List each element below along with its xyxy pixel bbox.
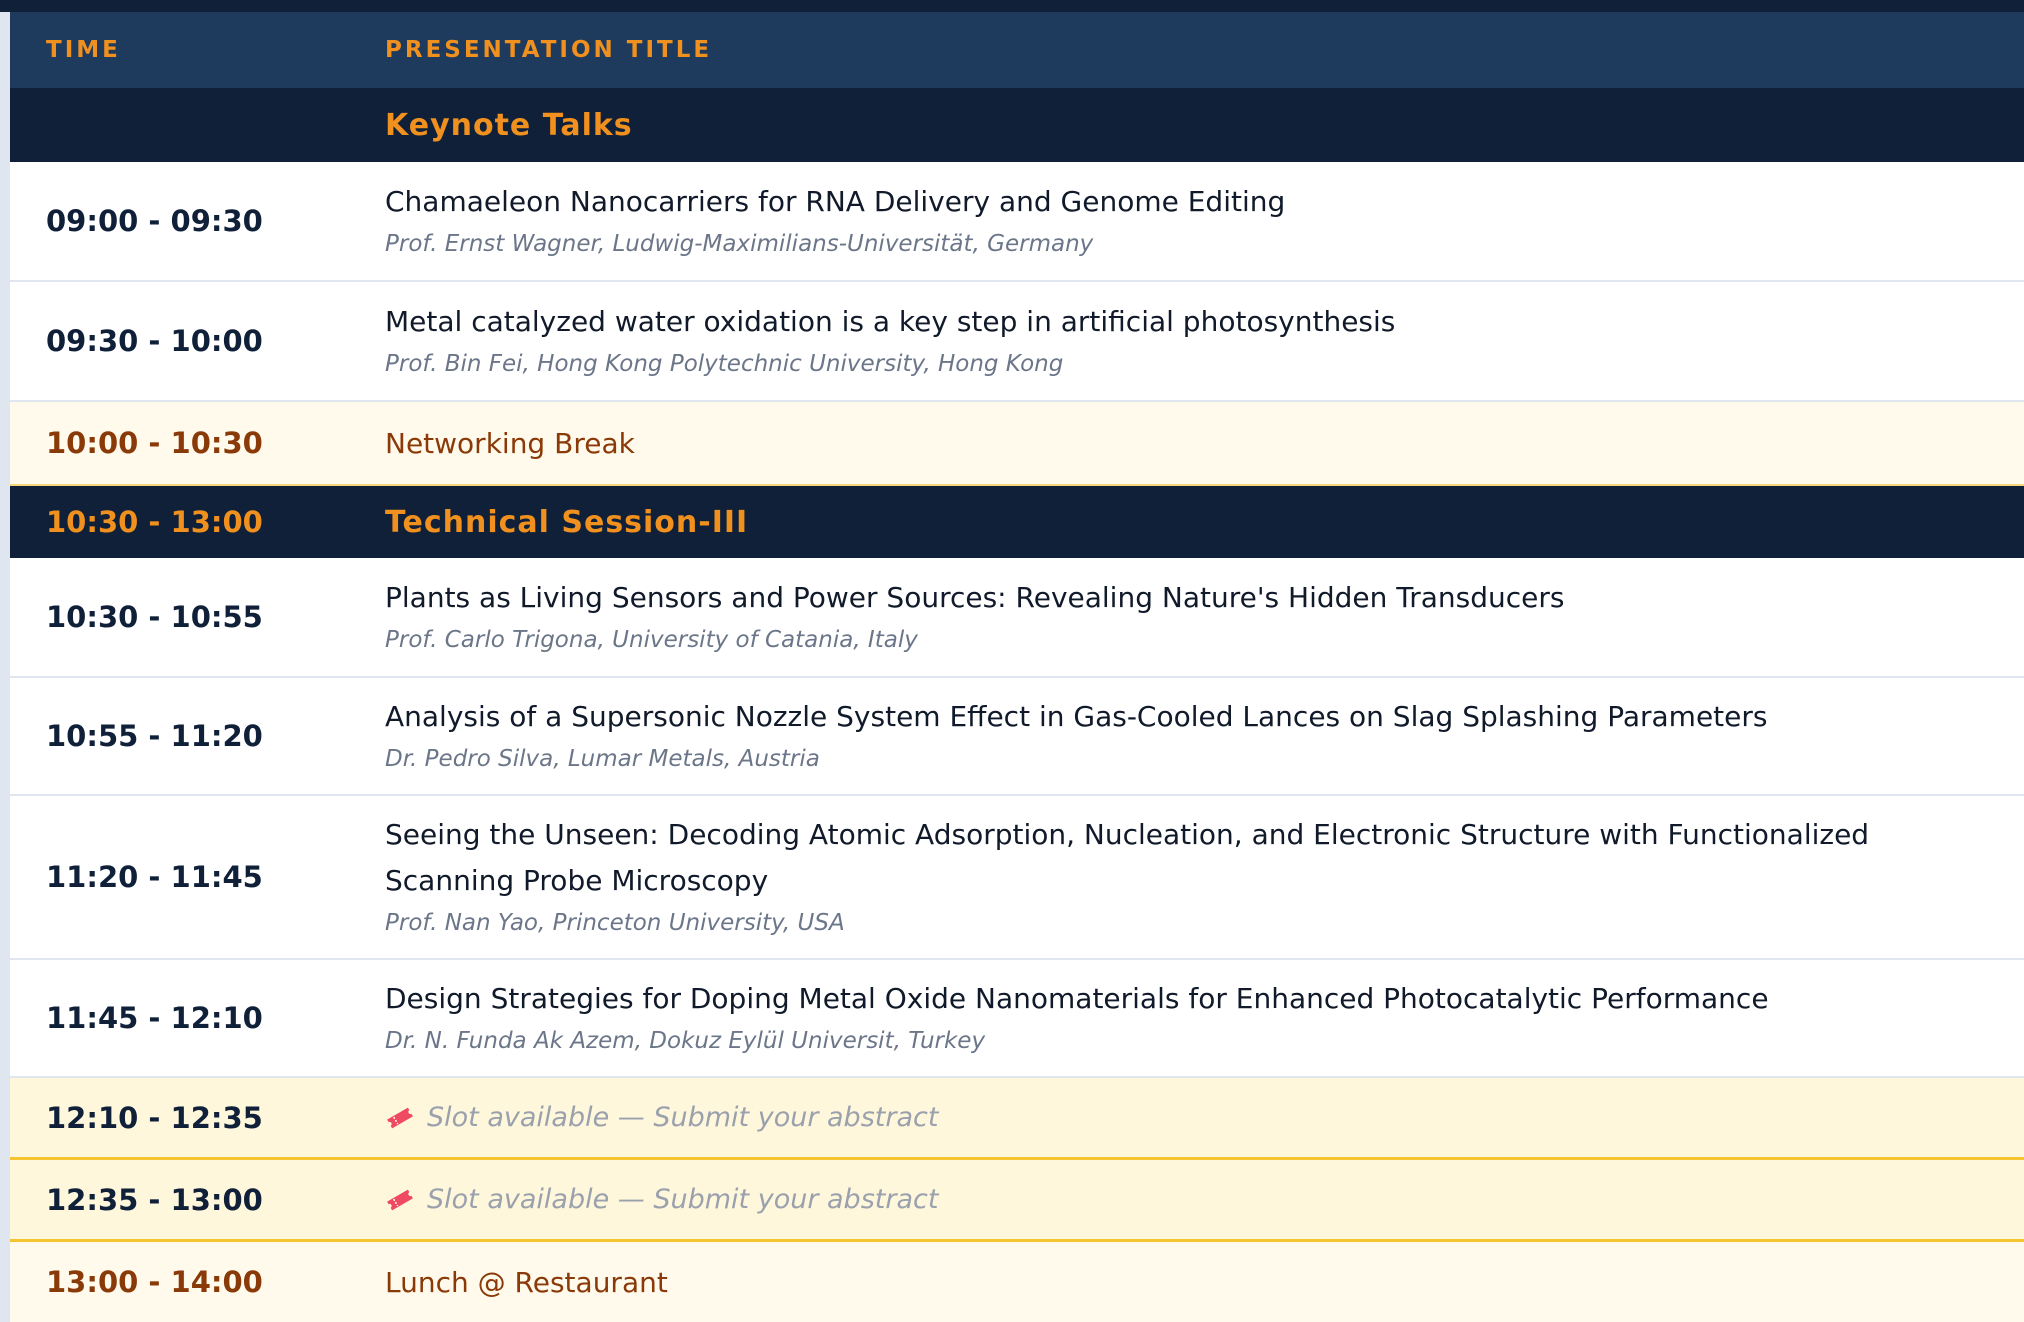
break-title: Networking Break [385, 426, 635, 460]
slot-time: 12:10 - 12:35 [46, 1100, 263, 1135]
talk-cell: Plants as Living Sensors and Power Sourc… [385, 558, 1984, 676]
slot-row[interactable]: 12:35 - 13:00 Slot available — Submit yo… [10, 1160, 2024, 1242]
table-row: 11:20 - 11:45 Seeing the Unseen: Decodin… [10, 796, 2024, 960]
break-time: 10:00 - 10:30 [46, 426, 263, 460]
talk-speaker: Prof. Carlo Trigona, University of Catan… [385, 627, 918, 653]
talk-speaker: Dr. Pedro Silva, Lumar Metals, Austria [385, 746, 820, 772]
slot-cell[interactable]: Slot available — Submit your abstract [385, 1160, 1984, 1239]
table-row: 09:30 - 10:00 Metal catalyzed water oxid… [10, 282, 2024, 402]
break-row: 13:00 - 14:00 Lunch @ Restaurant [10, 1242, 2024, 1322]
section-title: Keynote Talks [385, 107, 633, 143]
talk-speaker: Prof. Nan Yao, Princeton University, USA [385, 910, 845, 936]
table-row: 10:55 - 11:20 Analysis of a Supersonic N… [10, 678, 2024, 796]
left-edge [0, 12, 10, 1322]
talk-time: 10:30 - 10:55 [46, 600, 263, 634]
section-row-technical: 10:30 - 13:00 Technical Session-III [10, 486, 2024, 558]
talk-cell: Design Strategies for Doping Metal Oxide… [385, 960, 1984, 1076]
break-cell: Networking Break [385, 402, 1984, 484]
talk-cell: Chamaeleon Nanocarriers for RNA Delivery… [385, 162, 1984, 280]
talk-title: Plants as Living Sensors and Power Sourc… [385, 581, 1565, 614]
table-header: TIME PRESENTATION TITLE [10, 12, 2024, 88]
table-row: 10:30 - 10:55 Plants as Living Sensors a… [10, 558, 2024, 678]
talk-cell: Seeing the Unseen: Decoding Atomic Adsor… [385, 796, 1984, 958]
break-time: 13:00 - 14:00 [46, 1265, 263, 1299]
schedule-table: TIME PRESENTATION TITLE Keynote Talks 09… [10, 12, 2024, 1322]
table-row: 11:45 - 12:10 Design Strategies for Dopi… [10, 960, 2024, 1078]
top-bar [0, 0, 2024, 12]
ticket-icon [387, 1189, 413, 1210]
slot-label[interactable]: Slot available — Submit your abstract [427, 1102, 938, 1133]
slot-label[interactable]: Slot available — Submit your abstract [427, 1184, 938, 1215]
slot-link[interactable]: Slot available — Submit your abstract [385, 1102, 1984, 1133]
talk-time: 11:20 - 11:45 [46, 860, 263, 894]
talk-time: 09:00 - 09:30 [46, 204, 263, 238]
talk-title: Seeing the Unseen: Decoding Atomic Adsor… [385, 818, 1870, 897]
slot-row[interactable]: 12:10 - 12:35 Slot available — Submit yo… [10, 1078, 2024, 1160]
talk-title: Design Strategies for Doping Metal Oxide… [385, 982, 1769, 1015]
section-title-cell: Technical Session-III [385, 486, 1984, 558]
header-time: TIME [46, 12, 121, 88]
table-row: 09:00 - 09:30 Chamaeleon Nanocarriers fo… [10, 162, 2024, 282]
talk-speaker: Prof. Bin Fei, Hong Kong Polytechnic Uni… [385, 351, 1064, 377]
slot-cell[interactable]: Slot available — Submit your abstract [385, 1078, 1984, 1157]
break-row: 10:00 - 10:30 Networking Break [10, 402, 2024, 486]
talk-speaker: Dr. N. Funda Ak Azem, Dokuz Eylül Univer… [385, 1028, 986, 1054]
talk-time: 11:45 - 12:10 [46, 1001, 263, 1035]
section-title: Technical Session-III [385, 504, 749, 540]
talk-title: Analysis of a Supersonic Nozzle System E… [385, 700, 1768, 733]
break-title: Lunch @ Restaurant [385, 1265, 668, 1299]
talk-title: Metal catalyzed water oxidation is a key… [385, 305, 1396, 338]
schedule-page: TIME PRESENTATION TITLE Keynote Talks 09… [0, 0, 2024, 1322]
ticket-icon [387, 1107, 413, 1128]
header-title-label: PRESENTATION TITLE [385, 37, 713, 63]
talk-cell: Metal catalyzed water oxidation is a key… [385, 282, 1984, 400]
section-title-cell: Keynote Talks [385, 88, 1984, 162]
talk-title: Chamaeleon Nanocarriers for RNA Delivery… [385, 185, 1286, 218]
section-row-keynote: Keynote Talks [10, 88, 2024, 162]
break-cell: Lunch @ Restaurant [385, 1242, 1984, 1322]
talk-cell: Analysis of a Supersonic Nozzle System E… [385, 678, 1984, 794]
talk-time: 10:55 - 11:20 [46, 719, 263, 753]
header-title: PRESENTATION TITLE [385, 12, 1984, 88]
section-time: 10:30 - 13:00 [46, 505, 263, 539]
header-time-label: TIME [46, 37, 121, 63]
slot-link[interactable]: Slot available — Submit your abstract [385, 1184, 1984, 1215]
slot-time: 12:35 - 13:00 [46, 1182, 263, 1217]
talk-time: 09:30 - 10:00 [46, 324, 263, 358]
talk-speaker: Prof. Ernst Wagner, Ludwig-Maximilians-U… [385, 231, 1094, 257]
